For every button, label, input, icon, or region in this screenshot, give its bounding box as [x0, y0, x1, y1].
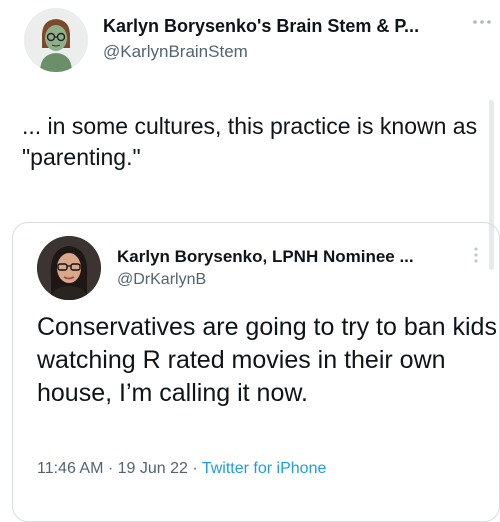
- tweet-source-link[interactable]: Twitter for iPhone: [202, 460, 327, 477]
- cartoon-avatar-icon[interactable]: [24, 8, 88, 72]
- quoted-tweet-text: Conservatives are going to try to ban ki…: [37, 313, 497, 407]
- quoted-author-display-name[interactable]: Karlyn Borysenko, LPNH Nominee ...: [117, 247, 457, 267]
- tweet-time[interactable]: 11:46 AM: [37, 460, 103, 477]
- quoted-author-handle[interactable]: @DrKarlynB: [117, 271, 206, 289]
- meta-separator: ·: [187, 460, 202, 477]
- tweet-metadata: 11:46 AM · 19 Jun 22 · Twitter for iPhon…: [37, 460, 326, 478]
- more-options-icon[interactable]: [470, 14, 494, 30]
- author-display-name[interactable]: Karlyn Borysenko's Brain Stem & P...: [103, 16, 468, 37]
- quoted-tweet-card[interactable]: Karlyn Borysenko, LPNH Nominee ... @DrKa…: [12, 222, 500, 522]
- tweet-header: Karlyn Borysenko's Brain Stem & P... @Ka…: [0, 0, 500, 80]
- meta-separator: ·: [103, 460, 118, 477]
- tweet-text: ... in some cultures, this practice is k…: [22, 113, 478, 170]
- profile-photo-icon[interactable]: [37, 236, 101, 300]
- tweet-date[interactable]: 19 Jun 22: [118, 460, 188, 477]
- more-options-icon[interactable]: [468, 243, 484, 267]
- author-handle[interactable]: @KarlynBrainStem: [103, 42, 248, 62]
